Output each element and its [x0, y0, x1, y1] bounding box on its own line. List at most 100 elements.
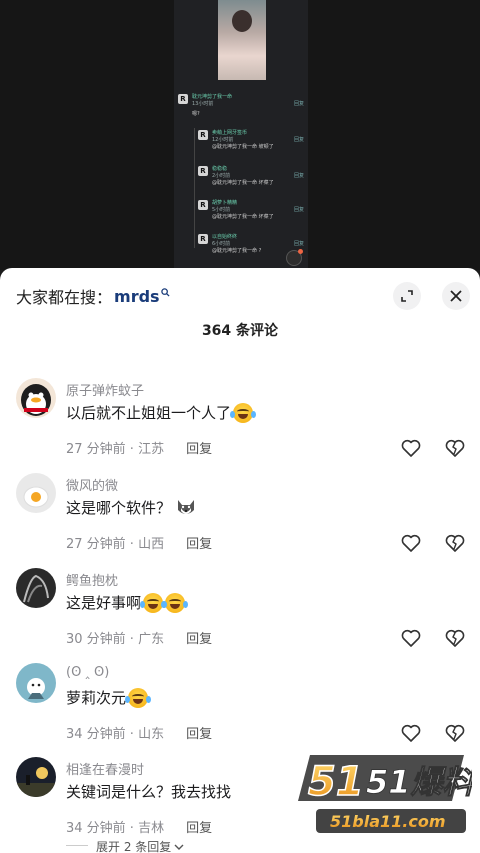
sheet-header: 大家都在搜： mrds 364 条评论	[0, 268, 480, 339]
embedded-reply-time: 5小时前	[212, 207, 231, 213]
watermark-logo: 51 51爆料 51bla11.com	[296, 745, 478, 845]
close-button[interactable]	[442, 282, 470, 310]
like-button[interactable]	[400, 437, 422, 459]
comment-text-content: 这是好事啊	[66, 594, 142, 612]
dislike-button[interactable]	[444, 437, 466, 459]
embedded-top-comment: R 耽元坤剪了我一命 13小时前 嗯?	[178, 94, 232, 118]
comment-count-title: 364 条评论	[201, 323, 279, 339]
comment-time-location: 34 分钟前 · 山东	[66, 727, 165, 742]
comment-meta: 27 分钟前 · 山西 回复	[66, 533, 212, 552]
comment-text-content: 关键词是什么？我去找找	[66, 783, 232, 801]
embedded-reply-text: @耽元坤剪了我一命 坏菜了	[212, 180, 274, 186]
broken-heart-icon	[445, 439, 465, 457]
embedded-comment-screenshot: R 耽元坤剪了我一命 13小时前 嗯? 回复 R 卖萌上网牙签币 12小时前 @…	[174, 88, 308, 270]
laugh-cry-emoji-icon	[230, 402, 257, 423]
embedded-reply-user: 胡萝卜精精	[212, 200, 238, 206]
comment-text-content: 以后就不止姐姐一个人了	[66, 404, 232, 422]
comment-username[interactable]: 原子弹炸蚊子	[66, 380, 144, 399]
dislike-button[interactable]	[444, 722, 466, 744]
comment-item: (ʘ ‸ ʘ) 萝莉次元 34 分钟前 · 山东 回复	[0, 663, 480, 758]
video-frame: R 耽元坤剪了我一命 13小时前 嗯? 回复 R 卖萌上网牙签币 12小时前 @…	[174, 0, 308, 270]
reply-button[interactable]: 回复	[186, 533, 212, 552]
search-keyword[interactable]: mrds	[114, 287, 160, 306]
laugh-cry-emoji-icon	[140, 592, 167, 613]
heart-icon	[401, 629, 421, 647]
embedded-reply-user: 稳稳稳	[212, 166, 228, 172]
comment-meta: 34 分钟前 · 山东 回复	[66, 723, 212, 742]
embedded-reply-text: @耽元坤剪了我一命 坡顿了	[212, 144, 274, 150]
search-prefix: 大家都在搜：	[16, 288, 113, 307]
reply-button[interactable]: 回复	[186, 438, 212, 457]
embedded-reply: R 稳稳稳 2小时前 @耽元坤剪了我一命 坏菜了	[198, 166, 274, 187]
comment-meta: 27 分钟前 · 江苏 回复	[66, 438, 212, 457]
comment-username[interactable]: (ʘ ‸ ʘ)	[66, 665, 109, 680]
avatar[interactable]	[16, 663, 56, 703]
comment-item: 鳄鱼抱枕 这是好事啊 30 分钟前 · 广东 回复	[0, 568, 480, 663]
comment-item: 原子弹炸蚊子 以后就不止姐姐一个人了 27 分钟前 · 江苏 回复	[0, 378, 480, 473]
embedded-avatar-icon: R	[198, 200, 208, 210]
expand-replies-button[interactable]: 展开 2 条回复	[96, 838, 184, 853]
embedded-thread-line	[194, 128, 195, 248]
embedded-notification-icon	[286, 249, 303, 266]
comment-meta: 30 分钟前 · 广东 回复	[66, 628, 212, 647]
laugh-cry-emoji-icon	[125, 687, 152, 708]
like-button[interactable]	[400, 627, 422, 649]
dislike-button[interactable]	[444, 532, 466, 554]
comment-text: 以后就不止姐姐一个人了	[66, 402, 257, 423]
comment-time-location: 30 分钟前 · 广东	[66, 632, 165, 647]
embedded-reply: R 以自始终终 6小时前 @耽元坤剪了我一命 ?	[198, 234, 261, 255]
comment-text-content: 萝莉次元	[66, 689, 127, 707]
expand-replies-divider	[66, 845, 88, 846]
embedded-reply: R 胡萝卜精精 5小时前 @耽元坤剪了我一命 坏菜了	[198, 200, 274, 221]
comment-meta: 34 分钟前 · 吉林 回复	[66, 817, 212, 836]
embedded-avatar-icon: R	[198, 234, 208, 244]
heart-icon	[401, 534, 421, 552]
close-icon	[450, 290, 462, 302]
embedded-reply-label: 回复	[293, 137, 304, 143]
embedded-reply-time: 6小时前	[212, 241, 231, 247]
embedded-reply-user: 卖萌上网牙签币	[212, 130, 248, 136]
laugh-cry-emoji-icon	[162, 592, 189, 613]
avatar[interactable]	[16, 473, 56, 513]
dislike-button[interactable]	[444, 627, 466, 649]
comment-text: 萝莉次元	[66, 687, 152, 708]
heart-icon	[401, 724, 421, 742]
embedded-reply-time: 12小时前	[212, 137, 234, 143]
embedded-reply-text: @耽元坤剪了我一命 ?	[212, 248, 262, 254]
embedded-reply: R 卖萌上网牙签币 12小时前 @耽元坤剪了我一命 坡顿了	[198, 130, 274, 151]
expand-replies-label: 展开 2 条回复	[96, 840, 172, 853]
comment-username[interactable]: 微风的微	[66, 475, 118, 494]
expand-button[interactable]	[393, 282, 421, 310]
comment-username[interactable]: 相逢在春漫时	[66, 759, 144, 778]
avatar[interactable]	[16, 757, 56, 797]
svg-text:51: 51	[308, 759, 364, 805]
comment-text-content: 这是哪个软件？	[66, 499, 172, 517]
watermark-url: 51bla11.com	[330, 812, 446, 831]
comment-username[interactable]: 鳄鱼抱枕	[66, 570, 118, 589]
chevron-down-icon	[174, 844, 184, 850]
embedded-user: 耽元坤剪了我一命	[192, 94, 233, 100]
embedded-reply-label: 回复	[293, 207, 304, 213]
video-player[interactable]: R 耽元坤剪了我一命 13小时前 嗯? 回复 R 卖萌上网牙签币 12小时前 @…	[0, 0, 480, 270]
comment-item: 微风的微 这是哪个软件？ 27 分钟前 · 山西 回复	[0, 473, 480, 568]
avatar[interactable]	[16, 378, 56, 418]
reply-button[interactable]: 回复	[186, 723, 212, 742]
avatar[interactable]	[16, 568, 56, 608]
like-button[interactable]	[400, 722, 422, 744]
reply-button[interactable]: 回复	[186, 817, 212, 836]
search-suggestion[interactable]: 大家都在搜： mrds	[16, 284, 170, 308]
like-button[interactable]	[400, 532, 422, 554]
broken-heart-icon	[445, 534, 465, 552]
reply-button[interactable]: 回复	[186, 628, 212, 647]
embedded-reply-label: 回复	[293, 173, 304, 179]
husky-emoji-icon	[175, 498, 197, 518]
embedded-time: 13小时前	[192, 101, 214, 107]
comment-text: 关键词是什么？我去找找	[66, 781, 231, 802]
comment-time-location: 34 分钟前 · 吉林	[66, 821, 165, 836]
heart-icon	[401, 439, 421, 457]
video-thumbnail	[218, 0, 266, 80]
broken-heart-icon	[445, 724, 465, 742]
embedded-avatar-icon: R	[178, 94, 188, 104]
embedded-reply-user: 以自始终终	[212, 234, 238, 240]
embedded-reply-label: 回复	[293, 241, 304, 247]
